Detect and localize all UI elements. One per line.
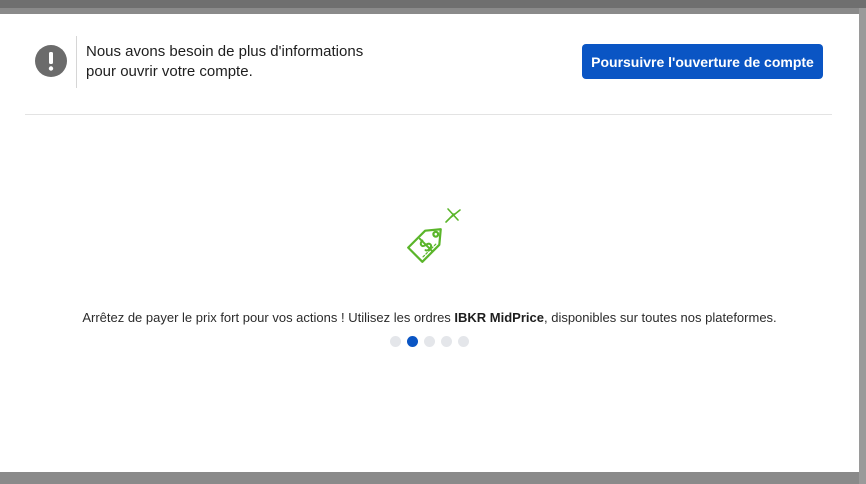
account-dialog: Nous avons besoin de plus d'informations…: [0, 14, 859, 472]
promo-text: Arrêtez de payer le prix fort pour vos a…: [0, 310, 859, 326]
notice-divider: [76, 36, 77, 88]
promo-text-highlight: IBKR MidPrice: [454, 310, 544, 325]
carousel-dot-4[interactable]: [441, 335, 452, 347]
promo-text-start: Arrêtez de payer le prix fort pour vos a…: [82, 310, 455, 325]
account-notice-banner: Nous avons besoin de plus d'informations…: [0, 14, 859, 114]
carousel-dot-5[interactable]: [458, 335, 469, 347]
promo-text-end: , disponibles sur toutes nos plateformes…: [543, 310, 777, 325]
continue-account-opening-button[interactable]: Poursuivre l'ouverture de compte: [582, 44, 823, 79]
notice-line-1: Nous avons besoin de plus d'informations: [86, 43, 364, 60]
promo-carousel: Arrêtez de payer le prix fort pour vos a…: [0, 115, 859, 472]
carousel-dot-3[interactable]: [424, 335, 435, 347]
notice-line-2: pour ouvrir votre compte.: [86, 63, 253, 80]
carousel-pagination: [390, 335, 469, 347]
carousel-dot-2[interactable]: [407, 335, 418, 347]
backdrop-edge: [859, 8, 866, 484]
notice-message: Nous avons besoin de plus d'informations…: [86, 42, 416, 82]
exclamation-circle-icon: [35, 45, 67, 77]
carousel-dot-1[interactable]: [390, 335, 401, 347]
price-tag-dollar-icon: [407, 208, 461, 263]
backdrop-top: [0, 0, 866, 8]
